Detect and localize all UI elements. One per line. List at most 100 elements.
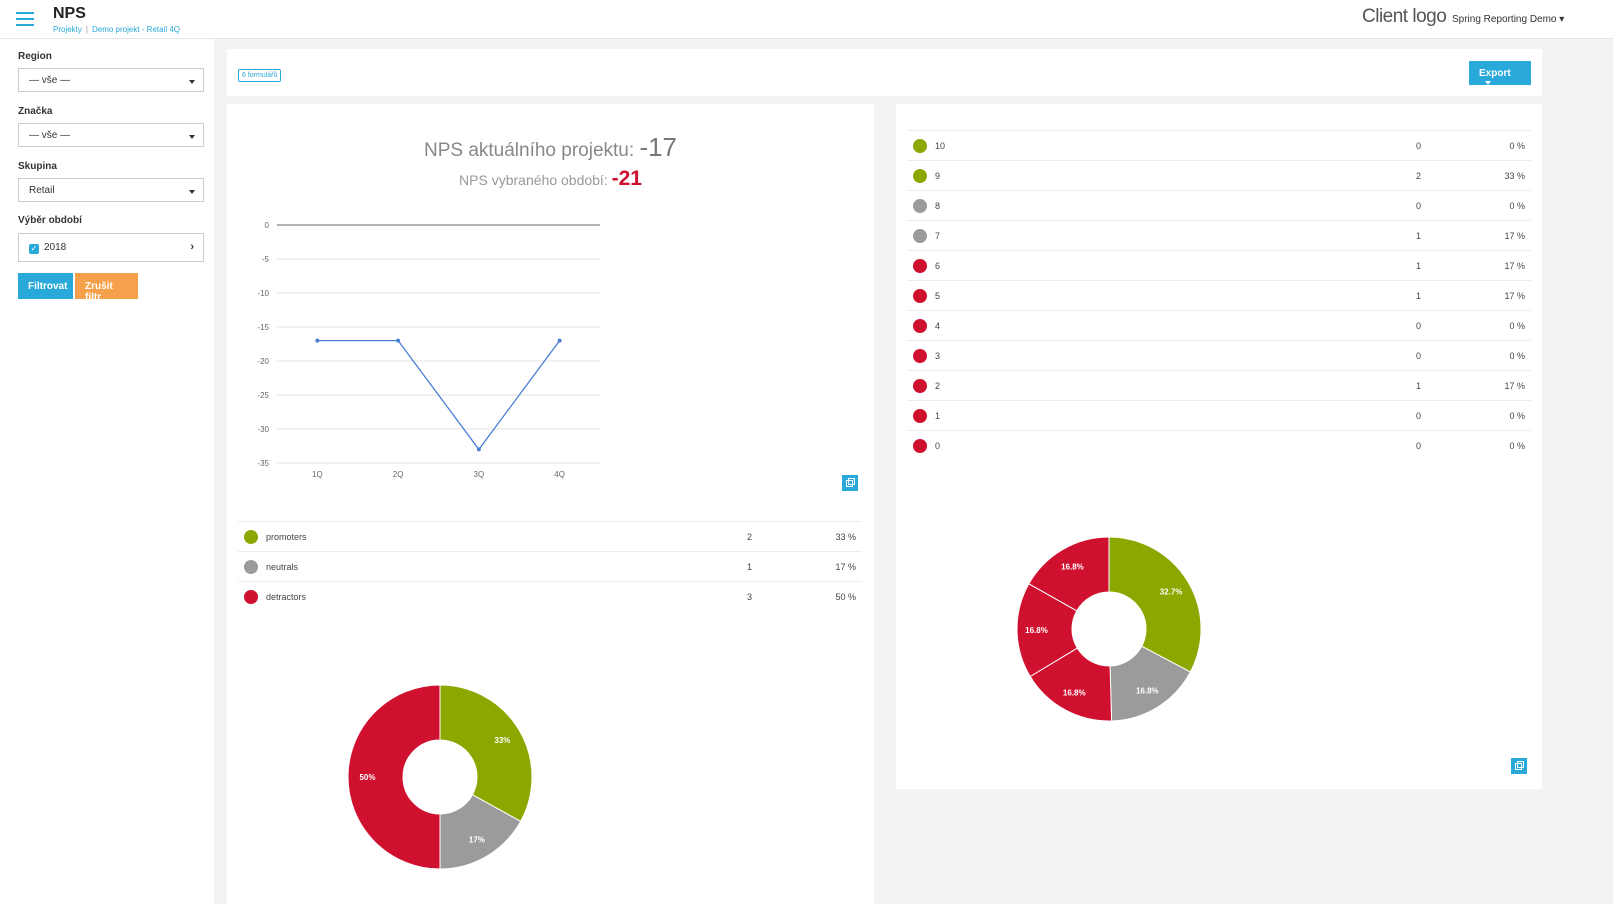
legend-dot-icon	[907, 130, 935, 161]
row-label: 0	[935, 430, 1321, 461]
table-row: 000 %	[907, 430, 1531, 461]
table-row: 9 2 33 %	[907, 160, 1531, 191]
pie-slice[interactable]	[439, 684, 533, 823]
client-logo: Client logo	[1362, 6, 1447, 27]
row-label: neutrals	[266, 551, 652, 582]
copy-chart-icon[interactable]	[842, 475, 858, 491]
row-count: 2	[652, 521, 752, 552]
slice-label: 50%	[359, 773, 375, 782]
category-table: promoters 2 33 % neutrals 1 17 % detractors 3 50…	[238, 521, 862, 612]
data-point[interactable]	[476, 447, 481, 452]
user-menu-label: Spring Reporting Demo	[1452, 14, 1557, 25]
slice-label: 16.8%	[1136, 687, 1159, 696]
x-tick-label: 2Q	[393, 470, 404, 479]
legend-dot-icon	[238, 551, 266, 582]
legend-dot-icon	[907, 250, 935, 281]
brand-select[interactable]: — vše —	[18, 123, 204, 147]
caret-down-icon	[189, 135, 195, 139]
user-menu[interactable]: Spring Reporting Demo ▾	[1452, 14, 1564, 25]
row-label: 9	[935, 160, 1321, 191]
row-label: promoters	[266, 521, 652, 552]
row-percent: 17 %	[1421, 370, 1531, 401]
row-count: 0	[1321, 130, 1421, 161]
forms-count-badge[interactable]: 6 formulářů	[238, 69, 282, 82]
legend-dot-icon	[907, 280, 935, 311]
score-table: 10 0 0 % 9 2 33 % 8 0 0 % 7 1 17 % 6 1 17 % 5 1 17 % 4 0 0 %…	[907, 130, 1531, 461]
table-row: 5 1 17 %	[907, 280, 1531, 311]
data-point[interactable]	[315, 338, 320, 343]
reset-filter-button[interactable]: Zrušit filtr	[75, 273, 138, 303]
legend-dot-icon	[913, 378, 927, 393]
row-count: 1	[1321, 250, 1421, 281]
filter-button[interactable]: Filtrovat	[18, 273, 73, 299]
legend-dot-icon	[913, 288, 927, 303]
legend-dot-icon	[913, 348, 927, 363]
row-label: 7	[935, 220, 1321, 251]
y-tick-label: -10	[257, 289, 269, 298]
page-title: NPS	[53, 5, 86, 22]
checkbox-checked-icon[interactable]: ✓	[29, 244, 39, 254]
breadcrumb-item-projects[interactable]: Projekty	[53, 25, 82, 34]
legend-dot-icon	[913, 438, 927, 453]
row-count: 0	[1321, 190, 1421, 221]
legend-dot-icon	[913, 318, 927, 333]
filter-sidebar: Region — vše — Značka — vše — Skupina Re…	[0, 39, 214, 904]
legend-dot-icon	[907, 340, 935, 371]
legend-dot-icon	[907, 430, 935, 461]
nps-period-value: -21	[611, 167, 642, 190]
score-distribution-panel: 10 0 0 % 9 2 33 % 8 0 0 % 7 1 17 % 6 1 17 % 5 1 17 % 4 0 0 %…	[896, 104, 1542, 789]
legend-dot-icon	[913, 168, 927, 183]
row-percent: 0 %	[1421, 190, 1531, 221]
period-selector[interactable]: ✓ 2018 ›	[18, 233, 204, 262]
hamburger-menu-icon[interactable]	[16, 12, 34, 26]
pie-slice[interactable]	[1108, 536, 1202, 673]
caret-down-icon	[189, 80, 195, 84]
row-label: detractors	[266, 581, 652, 612]
x-tick-label: 4Q	[554, 470, 565, 479]
table-row: 400 %	[907, 310, 1531, 341]
export-button[interactable]: Export	[1469, 61, 1531, 85]
chevron-right-icon: ›	[190, 241, 194, 253]
legend-dot-icon	[907, 160, 935, 191]
data-point[interactable]	[557, 338, 562, 343]
slice-label: 32.7%	[1160, 588, 1183, 597]
nps-category-donut-chart: 33% 17% 50%	[347, 684, 533, 870]
breadcrumb-item-project[interactable]: Demo projekt - Retail 4Q	[92, 25, 180, 34]
copy-chart-icon[interactable]	[1511, 758, 1527, 774]
row-percent: 17 %	[752, 551, 862, 582]
row-percent: 0 %	[1421, 340, 1531, 371]
slice-label: 16.8%	[1025, 626, 1048, 635]
row-percent: 50 %	[752, 581, 862, 612]
region-label: Region	[18, 51, 52, 62]
table-row: 2 1 17 %	[907, 370, 1531, 401]
y-tick-label: -20	[257, 357, 269, 366]
nps-project-heading: NPS aktuálního projektu: -17	[227, 132, 874, 163]
slice-label: 16.8%	[1063, 689, 1086, 698]
row-label: 4	[935, 310, 1321, 341]
row-percent: 33 %	[752, 521, 862, 552]
table-row: 6 1 17 %	[907, 250, 1531, 281]
region-select[interactable]: — vše —	[18, 68, 204, 92]
row-percent: 0 %	[1421, 310, 1531, 341]
slice-label: 17%	[469, 835, 485, 844]
table-row: 300 %	[907, 340, 1531, 371]
legend-dot-icon	[238, 521, 266, 552]
row-percent: 0 %	[1421, 130, 1531, 161]
legend-dot-icon	[238, 581, 266, 612]
row-label: 8	[935, 190, 1321, 221]
legend-dot-icon	[244, 589, 258, 604]
y-tick-label: 0	[265, 221, 270, 230]
table-row: detractors 3 50 %	[238, 581, 862, 612]
export-label: Export	[1479, 68, 1511, 79]
table-row: 100 %	[907, 400, 1531, 431]
x-tick-label: 1Q	[312, 470, 323, 479]
row-label: 1	[935, 400, 1321, 431]
row-percent: 0 %	[1421, 430, 1531, 461]
legend-dot-icon	[907, 190, 935, 221]
data-point[interactable]	[396, 338, 401, 343]
legend-dot-icon	[907, 370, 935, 401]
brand-label: Značka	[18, 106, 53, 117]
legend-dot-icon	[244, 529, 258, 544]
group-select[interactable]: Retail	[18, 178, 204, 202]
brand-select-value: — vše —	[29, 130, 71, 141]
